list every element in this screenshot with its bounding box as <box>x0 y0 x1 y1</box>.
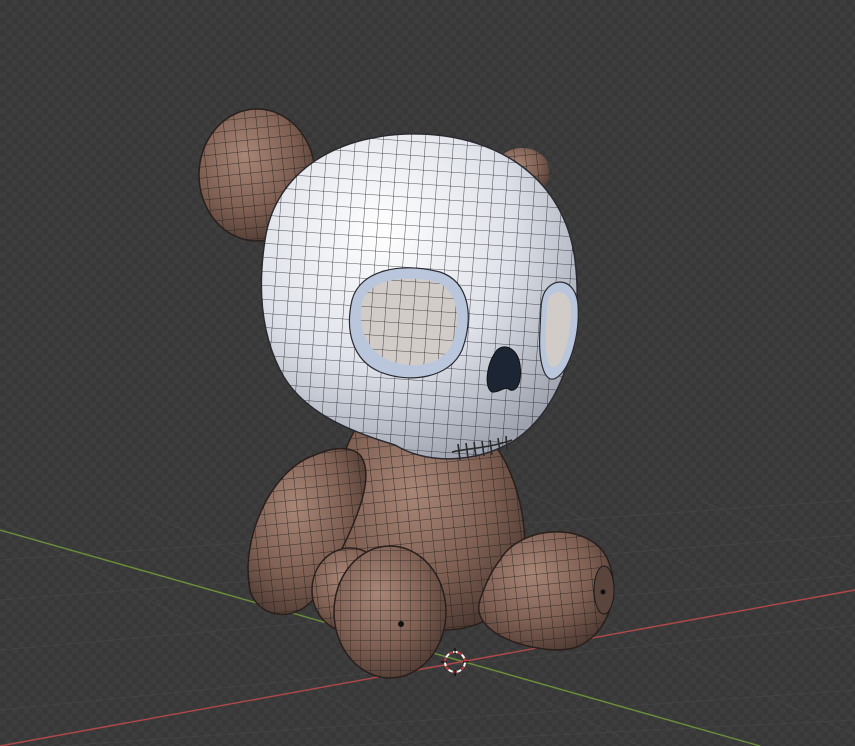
leg-left <box>311 545 447 679</box>
3d-viewport[interactable] <box>0 0 855 746</box>
eye-socket-left <box>348 267 469 379</box>
skull-bear-mesh[interactable] <box>0 0 855 746</box>
eye-socket-right <box>539 281 579 380</box>
3d-cursor[interactable] <box>441 648 469 676</box>
